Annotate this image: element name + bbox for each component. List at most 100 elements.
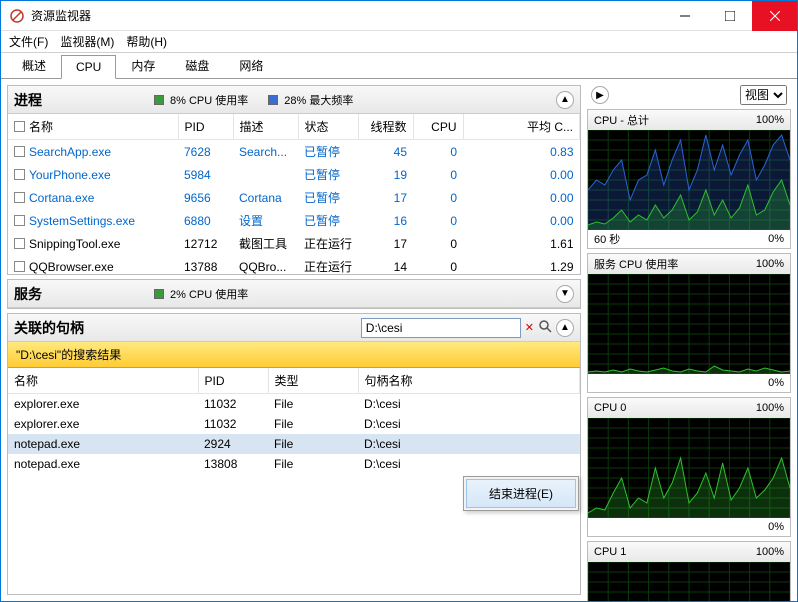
- proc-threads: 17: [358, 232, 413, 255]
- col-status[interactable]: 状态: [298, 114, 358, 140]
- proc-threads: 17: [358, 186, 413, 209]
- table-row[interactable]: QQBrowser.exe13788QQBro...正在运行1401.29: [8, 255, 580, 274]
- graph-title: CPU - 总计: [594, 112, 649, 128]
- row-checkbox[interactable]: [14, 146, 25, 157]
- graph-canvas: [588, 418, 790, 518]
- checkbox-all[interactable]: [14, 121, 25, 132]
- proc-desc: 截图工具: [233, 232, 298, 255]
- expand-services-icon[interactable]: ▼: [556, 285, 574, 303]
- tab-network[interactable]: 网络: [224, 52, 278, 79]
- col-cpu[interactable]: CPU: [413, 114, 463, 140]
- h-name: notepad.exe: [8, 434, 198, 454]
- menu-monitor[interactable]: 监视器(M): [60, 33, 114, 50]
- h-name: explorer.exe: [8, 414, 198, 434]
- h-name: notepad.exe: [8, 454, 198, 474]
- proc-cpu: 0: [413, 186, 463, 209]
- h-handle: D:\cesi: [358, 434, 580, 454]
- collapse-handles-icon[interactable]: ▲: [556, 319, 574, 337]
- svc-cpu-swatch: [154, 289, 164, 299]
- table-row[interactable]: SnippingTool.exe12712截图工具正在运行1701.61: [8, 232, 580, 255]
- col-name[interactable]: 名称: [8, 114, 178, 140]
- hcol-handle[interactable]: 句柄名称: [358, 368, 580, 394]
- proc-cpu: 0: [413, 140, 463, 164]
- tab-disk[interactable]: 磁盘: [170, 52, 224, 79]
- proc-pid: 9656: [178, 186, 233, 209]
- graph-footer-right: 0%: [768, 233, 784, 245]
- graph-title: CPU 1: [594, 546, 626, 558]
- graph-panel: CPU 0100%0%: [587, 397, 791, 537]
- close-button[interactable]: [752, 1, 797, 31]
- clear-search-icon[interactable]: ✕: [525, 321, 534, 334]
- graph-panel: 服务 CPU 使用率100%0%: [587, 253, 791, 393]
- tab-overview[interactable]: 概述: [7, 52, 61, 79]
- proc-avg: 1.61: [463, 232, 580, 255]
- search-icon[interactable]: [538, 319, 552, 336]
- row-checkbox[interactable]: [14, 261, 25, 272]
- graph-footer-right: 0%: [768, 377, 784, 389]
- proc-avg: 0.00: [463, 163, 580, 186]
- col-pid[interactable]: PID: [178, 114, 233, 140]
- search-results-banner: "D:\cesi"的搜索结果: [8, 342, 580, 368]
- table-row[interactable]: explorer.exe11032FileD:\cesi: [8, 414, 580, 434]
- h-pid: 11032: [198, 394, 268, 415]
- proc-avg: 0.83: [463, 140, 580, 164]
- window-title: 资源监视器: [31, 7, 662, 24]
- graph-panel: CPU 1100%: [587, 541, 791, 601]
- view-select[interactable]: 视图: [740, 85, 787, 105]
- graph-canvas: [588, 562, 790, 601]
- maximize-button[interactable]: [707, 1, 752, 31]
- tabstrip: 概述 CPU 内存 磁盘 网络: [1, 53, 797, 79]
- proc-desc: Cortana: [233, 186, 298, 209]
- graph-canvas: [588, 274, 790, 374]
- proc-name: YourPhone.exe: [29, 168, 111, 182]
- tab-memory[interactable]: 内存: [116, 52, 170, 79]
- hcol-type[interactable]: 类型: [268, 368, 358, 394]
- col-avg[interactable]: 平均 C...: [463, 114, 580, 140]
- h-type: File: [268, 454, 358, 474]
- proc-pid: 5984: [178, 163, 233, 186]
- context-menu: 结束进程(E): [463, 476, 579, 511]
- table-row[interactable]: SystemSettings.exe6880设置已暂停1600.00: [8, 209, 580, 232]
- h-pid: 13808: [198, 454, 268, 474]
- table-row[interactable]: Cortana.exe9656Cortana已暂停1700.00: [8, 186, 580, 209]
- ctx-end-process[interactable]: 结束进程(E): [466, 479, 576, 508]
- proc-status: 已暂停: [298, 140, 358, 164]
- hcol-name[interactable]: 名称: [8, 368, 198, 394]
- proc-threads: 45: [358, 140, 413, 164]
- table-row[interactable]: explorer.exe11032FileD:\cesi: [8, 394, 580, 415]
- handles-title: 关联的句柄: [14, 318, 361, 338]
- graph-title: CPU 0: [594, 402, 626, 414]
- h-type: File: [268, 414, 358, 434]
- graph-panel: CPU - 总计100%60 秒0%: [587, 109, 791, 249]
- handle-search-input[interactable]: [361, 318, 521, 338]
- menu-file[interactable]: 文件(F): [9, 33, 48, 50]
- menu-help[interactable]: 帮助(H): [126, 33, 167, 50]
- col-desc[interactable]: 描述: [233, 114, 298, 140]
- table-row[interactable]: notepad.exe13808FileD:\cesi: [8, 454, 580, 474]
- h-handle: D:\cesi: [358, 414, 580, 434]
- row-checkbox[interactable]: [14, 238, 25, 249]
- row-checkbox[interactable]: [14, 215, 25, 226]
- hcol-pid[interactable]: PID: [198, 368, 268, 394]
- table-row[interactable]: YourPhone.exe5984已暂停1900.00: [8, 163, 580, 186]
- proc-desc: QQBro...: [233, 255, 298, 274]
- collapse-right-icon[interactable]: ▶: [591, 86, 609, 104]
- view-toolbar: ▶ 视图: [587, 85, 791, 105]
- proc-status: 正在运行: [298, 255, 358, 274]
- table-row[interactable]: notepad.exe2924FileD:\cesi: [8, 434, 580, 454]
- proc-status: 正在运行: [298, 232, 358, 255]
- h-pid: 2924: [198, 434, 268, 454]
- row-checkbox[interactable]: [14, 192, 25, 203]
- minimize-button[interactable]: [662, 1, 707, 31]
- proc-cpu: 0: [413, 209, 463, 232]
- table-row[interactable]: SearchApp.exe7628Search...已暂停4500.83: [8, 140, 580, 164]
- tab-cpu[interactable]: CPU: [61, 55, 116, 79]
- cpu-usage-swatch: [154, 95, 164, 105]
- proc-name: SearchApp.exe: [29, 145, 111, 159]
- collapse-processes-icon[interactable]: ▲: [556, 91, 574, 109]
- graph-max: 100%: [756, 258, 784, 270]
- col-threads[interactable]: 线程数: [358, 114, 413, 140]
- processes-panel: 进程 8% CPU 使用率 28% 最大频率 ▲ 名称 PID 描述 状态 线程…: [7, 85, 581, 275]
- row-checkbox[interactable]: [14, 169, 25, 180]
- graph-max: 100%: [756, 402, 784, 414]
